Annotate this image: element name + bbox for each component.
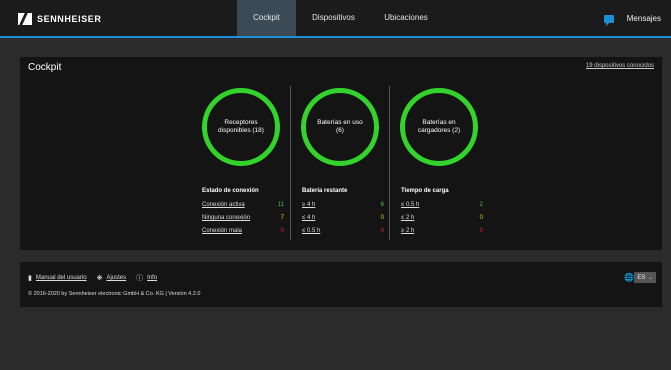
ring-label: Receptores disponibles (18) [218,119,264,134]
column-title: Batería restante [302,188,348,194]
no-connection-link[interactable]: Ninguna conexión [202,215,250,221]
divider [290,86,291,240]
battery-remaining-column: Batería restante ≥ 4 h 6 ≤ 4 h 0 ≤ 0.5 h 0 [302,188,384,241]
batteries-in-chargers-ring[interactable]: Baterías en cargadores (2) [400,88,478,166]
list-item: ≤ 4 h 0 [302,215,384,228]
sennheiser-logo[interactable]: SENNHEISER [18,13,102,25]
gear-icon: ❋ [96,275,103,282]
top-navigation-bar: SENNHEISER Cockpit Dispositivos Ubicacio… [0,0,671,38]
list-item: Conexión activa 11 [202,202,284,215]
list-item: ≤ 0.5 h 0 [302,228,384,241]
main-nav: Cockpit Dispositivos Ubicaciones [237,0,441,36]
language-select[interactable]: ES ⌄ [634,272,656,283]
active-connection-link[interactable]: Conexión activa [202,202,245,208]
known-devices-link[interactable]: 19 dispositivos conocidos [586,63,654,69]
manual-icon: ▮ [28,275,32,282]
messages-button[interactable]: Mensajes [603,14,661,26]
status-count: 2 [479,202,483,208]
charge-under-half-hour-link[interactable]: ≤ 0.5 h [401,202,419,208]
chevron-down-icon: ⌄ [648,274,653,281]
charge-under-2h-link[interactable]: ≤ 2 h [401,215,414,221]
battery-over-4h-link[interactable]: ≥ 4 h [302,202,315,208]
battery-under-4h-link[interactable]: ≤ 4 h [302,215,315,221]
ring-label: Baterías en cargadores (2) [417,119,461,134]
status-count: 0 [380,215,384,221]
column-title: Estado de conexión [202,188,259,194]
page-title: Cockpit [28,62,62,73]
list-item: ≥ 2 h 0 [401,228,483,241]
info-icon: ⓘ [136,275,144,282]
footer: ▮ Manual del usuario ❋ Ajustes ⓘ Info © … [20,262,662,307]
list-item: Ninguna conexión 7 [202,215,284,228]
settings-link[interactable]: ❋ Ajustes [97,274,127,282]
charge-over-2h-link[interactable]: ≥ 2 h [401,228,414,234]
message-icon [603,14,614,26]
status-count: 0 [380,228,384,234]
sennheiser-logo-icon [18,13,32,25]
charging-time-column: Tiempo de carga ≤ 0.5 h 2 ≤ 2 h 0 ≥ 2 h 0 [401,188,483,241]
brand-name: SENNHEISER [37,14,102,24]
list-item: Conexión mala 0 [202,228,284,241]
status-count: 11 [277,202,284,208]
column-title: Tiempo de carga [401,188,449,194]
list-item: ≤ 2 h 0 [401,215,483,228]
divider [389,86,390,240]
batteries-in-use-ring[interactable]: Baterías en uso (6) [301,88,379,166]
list-item: ≥ 4 h 6 [302,202,384,215]
tab-dispositivos[interactable]: Dispositivos [296,0,371,36]
connection-status-column: Estado de conexión Conexión activa 11 Nin… [202,188,284,241]
status-count: 0 [280,228,284,234]
battery-under-half-hour-link[interactable]: ≤ 0.5 h [302,228,320,234]
tab-cockpit[interactable]: Cockpit [237,0,296,36]
info-label: Info [147,275,158,281]
bad-connection-link[interactable]: Conexión mala [202,228,242,234]
user-manual-link[interactable]: ▮ Manual del usuario [28,274,87,282]
list-item: ≤ 0.5 h 2 [401,202,483,215]
cockpit-panel: Cockpit 19 dispositivos conocidos Recept… [20,57,662,250]
user-manual-label: Manual del usuario [35,275,87,281]
copyright-text: © 2016-2020 by Sennheiser electronic Gmb… [28,291,201,297]
receivers-available-ring[interactable]: Receptores disponibles (18) [202,88,280,166]
tab-ubicaciones[interactable]: Ubicaciones [371,0,441,36]
globe-icon: 🌐 [624,273,634,282]
status-count: 6 [380,202,384,208]
settings-label: Ajustes [106,275,127,281]
status-count: 0 [479,228,483,234]
language-value: ES [637,274,646,281]
status-count: 0 [479,215,483,221]
status-count: 7 [280,215,284,221]
messages-label: Mensajes [626,14,661,23]
ring-label: Baterías en uso (6) [317,119,363,134]
info-link[interactable]: ⓘ Info [136,273,157,283]
footer-links: ▮ Manual del usuario ❋ Ajustes ⓘ Info [28,273,167,283]
